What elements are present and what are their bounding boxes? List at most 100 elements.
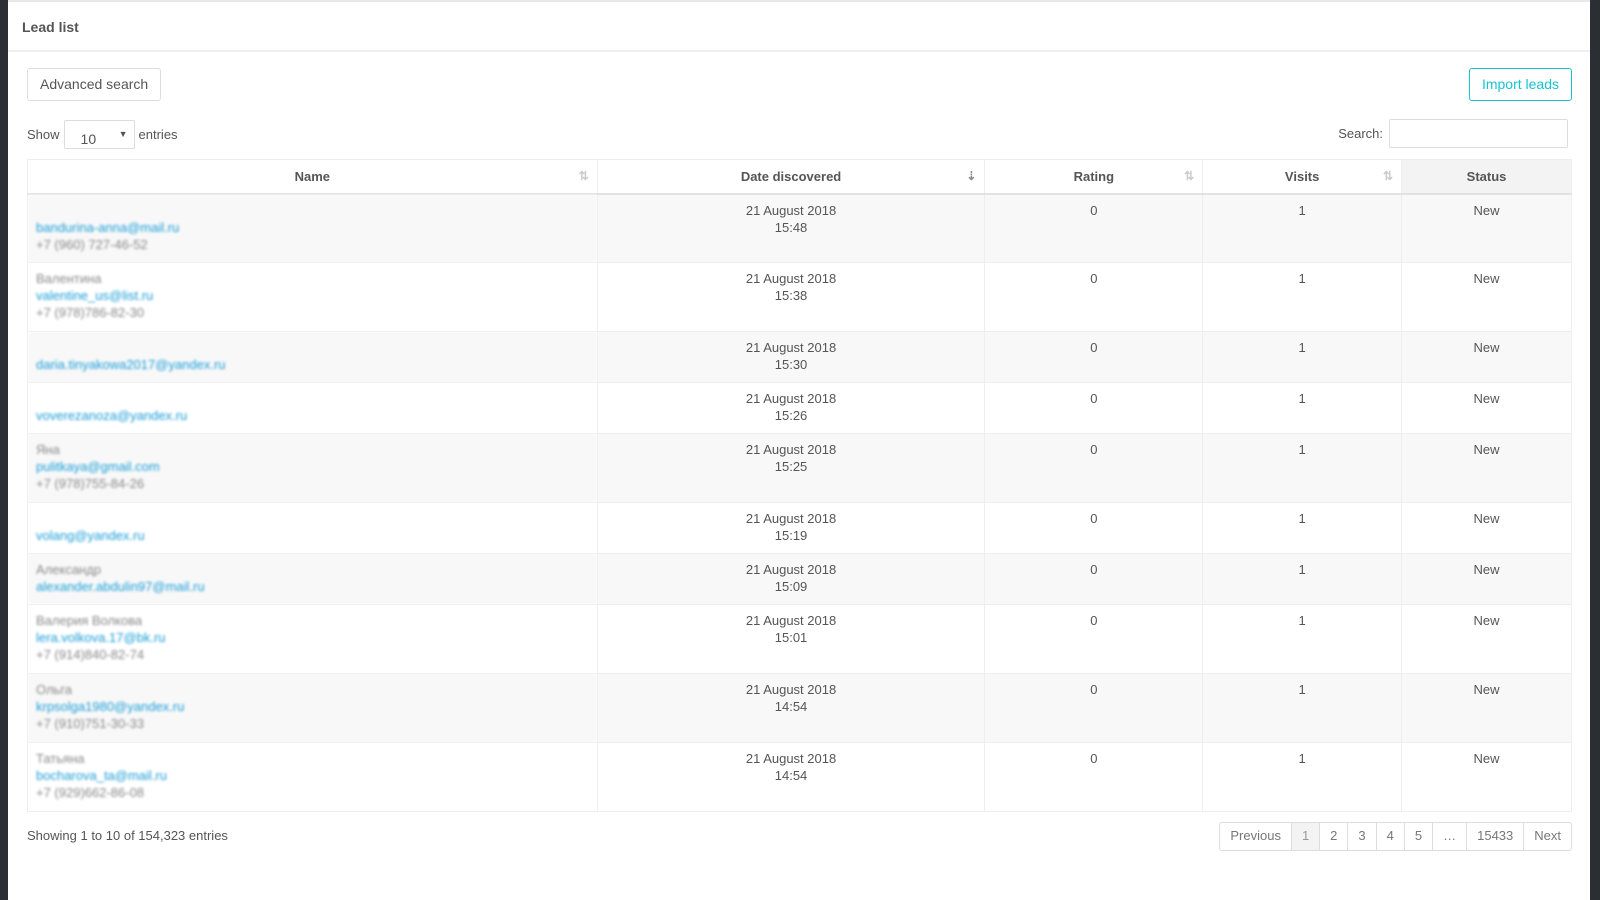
status-cell: New [1401,742,1572,812]
status-cell: New [1401,193,1572,263]
lead-name [36,339,589,356]
lead-email-link[interactable]: alexander.abdulin97@mail.ru [36,578,589,595]
search-label: Search: [1338,126,1383,141]
status-cell: New [1401,382,1572,434]
visits-cell: 1 [1202,331,1403,383]
search-control: Search: [1338,119,1568,148]
column-label: Date discovered [740,168,842,184]
visits-cell: 1 [1202,604,1403,674]
page-title: Lead list [8,2,1590,52]
page-button[interactable]: 1 [1290,823,1320,850]
date-cell: 21 August 2018 15:48 [596,193,986,263]
column-header-visits[interactable]: Visits ⇅ [1202,159,1403,195]
visits-cell: 1 [1202,553,1403,605]
table-row[interactable]: Александр alexander.abdulin97@mail.ru 21 A… [27,553,1572,605]
column-header-name[interactable]: Name ⇅ [27,159,598,195]
rating-cell: 0 [984,331,1204,383]
lead-name [36,390,589,407]
status-cell: New [1401,262,1572,332]
entries-select[interactable]: 10 ▼ [63,120,135,149]
time: 15:48 [774,219,808,235]
page-button[interactable]: 4 [1375,823,1404,850]
leads-table: Name ⇅ Date discovered ⇣ Rating ⇅ Visits ⇅ S… [27,159,1572,812]
table-row[interactable]: Татьяна bocharova_ta@mail.ru +7 (929)662-8… [27,742,1572,812]
lead-email-link[interactable]: voverezanoza@yandex.ru [36,407,589,424]
column-label: Visits [1284,168,1320,184]
lead-name [36,202,589,219]
table-row[interactable]: Валентина valentine_us@list.ru +7 (978)786… [27,262,1572,332]
page-button[interactable]: 3 [1347,823,1375,850]
table-row[interactable]: Валерия Волкова lera.volkova.17@bk.ru +7 (… [27,604,1572,674]
date: 21 August 2018 [745,442,837,457]
name-cell: Валентина valentine_us@list.ru +7 (978)786… [27,262,598,332]
sort-icon: ⇅ [1184,169,1195,183]
rating-cell: 0 [984,193,1204,263]
lead-email-link[interactable]: volang@yandex.ru [36,527,589,544]
date-cell: 21 August 2018 15:09 [596,553,986,605]
lead-phone: +7 (978)755-84-26 [36,476,145,491]
lead-phone: +7 (914)840-82-74 [36,647,145,662]
lead-email-link[interactable]: daria.tinyakowa2017@yandex.ru [36,356,589,373]
name-cell: bandurina-anna@mail.ru +7 (960) 727-46-52 [27,193,598,263]
previous-page-button[interactable]: Previous [1220,823,1291,850]
column-header-status: Status [1401,159,1572,195]
date: 21 August 2018 [745,202,837,218]
date: 21 August 2018 [745,511,837,526]
lead-email-link[interactable]: krpsolga1980@yandex.ru [36,698,589,715]
table-row[interactable]: daria.tinyakowa2017@yandex.ru 21 August 2… [27,331,1572,383]
pagination-ellipsis: … [1432,823,1466,850]
lead-email-link[interactable]: bocharova_ta@mail.ru [36,767,589,784]
lead-email-link[interactable]: pulitkaya@gmail.com [36,458,589,475]
column-label: Name [294,168,331,184]
rating-cell: 0 [984,502,1204,554]
lead-email-link[interactable]: bandurina-anna@mail.ru [36,219,589,236]
next-page-button[interactable]: Next [1523,823,1571,850]
page-button[interactable]: 5 [1403,823,1432,850]
date: 21 August 2018 [745,340,837,355]
search-input[interactable] [1389,119,1568,148]
date-cell: 21 August 2018 14:54 [596,673,986,743]
time: 15:25 [774,459,808,474]
column-header-date-discovered[interactable]: Date discovered ⇣ [596,159,986,195]
table-row[interactable]: bandurina-anna@mail.ru +7 (960) 727-46-52… [27,193,1572,263]
table-row[interactable]: Ольга krpsolga1980@yandex.ru +7 (910)751-3… [27,673,1572,743]
time: 15:26 [774,408,808,423]
name-cell: Яна pulitkaya@gmail.com +7 (978)755-84-26 [27,433,598,503]
page-button[interactable]: 15433 [1466,823,1523,850]
date: 21 August 2018 [745,391,837,406]
date-cell: 21 August 2018 15:01 [596,604,986,674]
status-cell: New [1401,553,1572,605]
time: 14:54 [774,768,808,783]
name-cell: Валерия Волкова lera.volkova.17@bk.ru +7 (… [27,604,598,674]
sort-icon: ⇅ [1383,169,1394,183]
name-cell: Ольга krpsolga1980@yandex.ru +7 (910)751-3… [27,673,598,743]
visits-cell: 1 [1202,262,1403,332]
lead-email-link[interactable]: lera.volkova.17@bk.ru [36,629,589,646]
table-row[interactable]: volang@yandex.ru 21 August 2018 15:19 0 1 New [27,502,1572,554]
table-row[interactable]: voverezanoza@yandex.ru 21 August 2018 15:2… [27,382,1572,434]
time: 15:30 [774,357,808,372]
name-cell: daria.tinyakowa2017@yandex.ru [27,331,598,383]
lead-phone: +7 (978)786-82-30 [36,305,145,320]
import-leads-button[interactable]: Import leads [1468,68,1572,101]
name-cell: Татьяна bocharova_ta@mail.ru +7 (929)662-8… [27,742,598,812]
rating-cell: 0 [984,742,1204,812]
date-cell: 21 August 2018 15:26 [596,382,986,434]
date-cell: 21 August 2018 15:25 [596,433,986,503]
date: 21 August 2018 [745,682,837,697]
column-header-rating[interactable]: Rating ⇅ [984,159,1204,195]
lead-email-link[interactable]: valentine_us@list.ru [36,287,589,304]
lead-name: Ольга [36,682,73,697]
lead-phone: +7 (960) 727-46-52 [36,236,148,252]
rating-cell: 0 [984,382,1204,434]
page-button[interactable]: 2 [1319,823,1347,850]
time: 15:19 [774,528,808,543]
lead-name: Александр [36,562,102,577]
visits-cell: 1 [1202,742,1403,812]
advanced-search-button[interactable]: Advanced search [27,68,162,101]
table-row[interactable]: Яна pulitkaya@gmail.com +7 (978)755-84-26 2… [27,433,1572,503]
rating-cell: 0 [984,604,1204,674]
column-label: Rating [1073,168,1115,184]
name-cell: volang@yandex.ru [27,502,598,554]
status-cell: New [1401,502,1572,554]
